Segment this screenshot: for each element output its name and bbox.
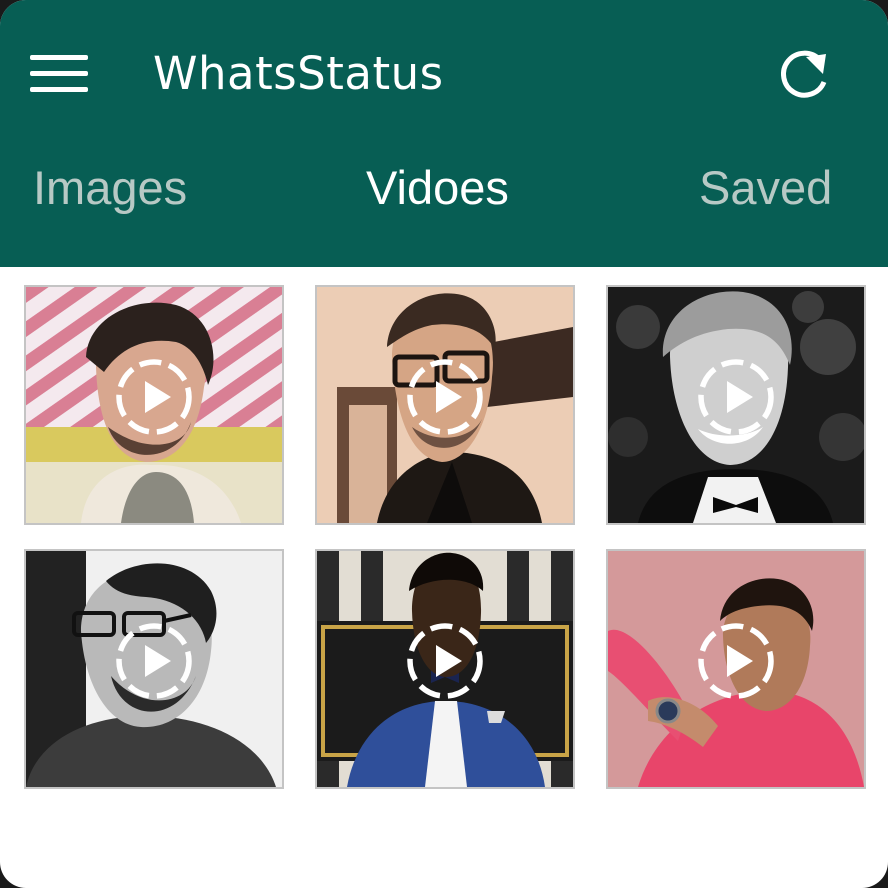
menu-bar <box>30 55 88 60</box>
tab-bar: Images Vidoes Saved <box>0 150 888 230</box>
app-title: WhatsStatus <box>153 47 444 100</box>
play-icon <box>407 359 483 435</box>
tab-images[interactable]: Images <box>33 150 187 230</box>
tab-saved[interactable]: Saved <box>699 150 832 230</box>
video-thumbnail[interactable] <box>606 549 866 789</box>
video-thumbnail[interactable] <box>606 285 866 525</box>
play-icon <box>116 359 192 435</box>
video-thumbnail[interactable] <box>315 549 575 789</box>
play-icon <box>698 623 774 699</box>
play-icon <box>407 623 483 699</box>
refresh-icon[interactable] <box>772 44 836 108</box>
video-grid <box>0 267 888 827</box>
app-header: WhatsStatus Images Vidoes Saved <box>0 0 888 267</box>
hamburger-menu-icon[interactable] <box>26 50 92 98</box>
video-thumbnail[interactable] <box>315 285 575 525</box>
menu-bar <box>30 71 88 76</box>
video-thumbnail[interactable] <box>24 285 284 525</box>
play-icon <box>116 623 192 699</box>
tab-videos[interactable]: Vidoes <box>366 150 509 230</box>
menu-bar <box>30 87 88 92</box>
video-thumbnail[interactable] <box>24 549 284 789</box>
app-window: WhatsStatus Images Vidoes Saved <box>0 0 888 888</box>
play-icon <box>698 359 774 435</box>
